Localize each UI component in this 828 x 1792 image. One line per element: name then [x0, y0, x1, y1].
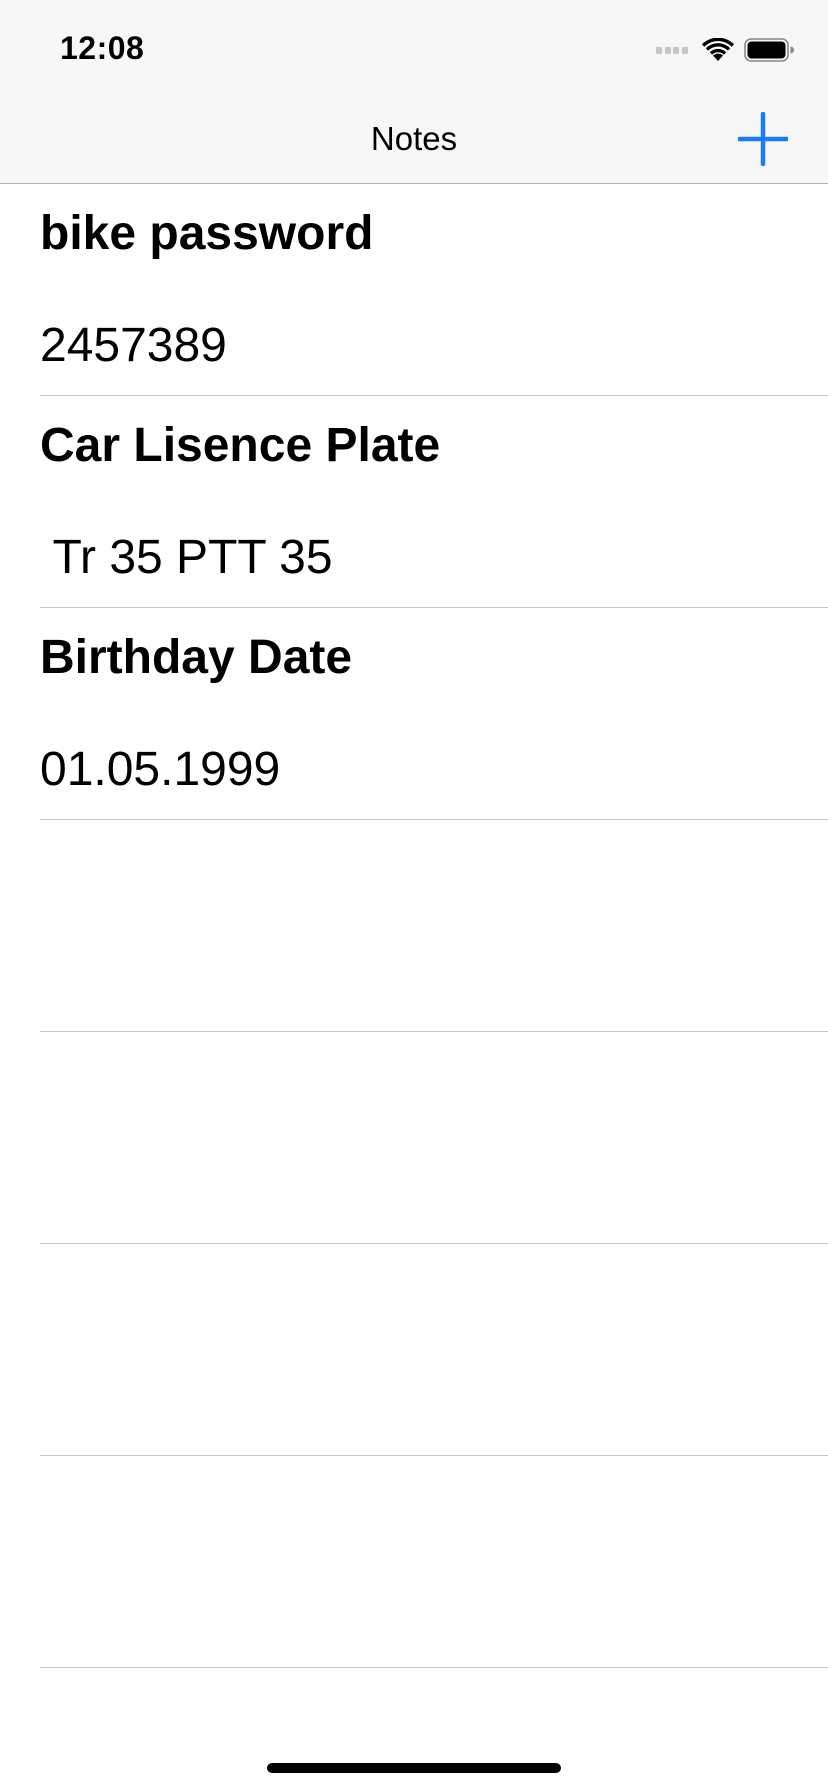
note-row[interactable]: Car Lisence Plate Tr 35 PTT 35 — [0, 396, 828, 608]
page-title: Notes — [370, 120, 458, 157]
battery-icon — [744, 38, 794, 62]
note-title: bike password — [40, 207, 374, 260]
cellular-signal-icon — [656, 46, 690, 54]
note-row[interactable]: bike password 2457389 — [0, 184, 828, 396]
wifi-icon — [702, 38, 734, 61]
plus-icon — [738, 112, 788, 166]
navigation-bar: 12:08 Notes — [0, 0, 828, 184]
empty-row[interactable] — [0, 1244, 828, 1456]
note-body: Tr 35 PTT 35 — [40, 531, 333, 584]
notes-list: bike password 2457389 Car Lisence Plate … — [0, 184, 828, 1668]
empty-row[interactable] — [0, 1456, 828, 1668]
note-body: 2457389 — [40, 319, 227, 372]
home-indicator[interactable] — [267, 1763, 561, 1773]
empty-row[interactable] — [0, 820, 828, 1032]
status-icons — [656, 34, 794, 66]
note-title: Birthday Date — [40, 631, 353, 684]
notes-screen: 12:08 Notes bike password 2457389 Car Li… — [0, 0, 828, 1792]
note-body: 01.05.1999 — [40, 743, 281, 796]
add-note-button[interactable] — [738, 112, 788, 166]
note-row[interactable]: Birthday Date 01.05.1999 — [0, 608, 828, 820]
status-time: 12:08 — [60, 30, 145, 66]
note-title: Car Lisence Plate — [40, 419, 441, 472]
empty-row[interactable] — [0, 1032, 828, 1244]
